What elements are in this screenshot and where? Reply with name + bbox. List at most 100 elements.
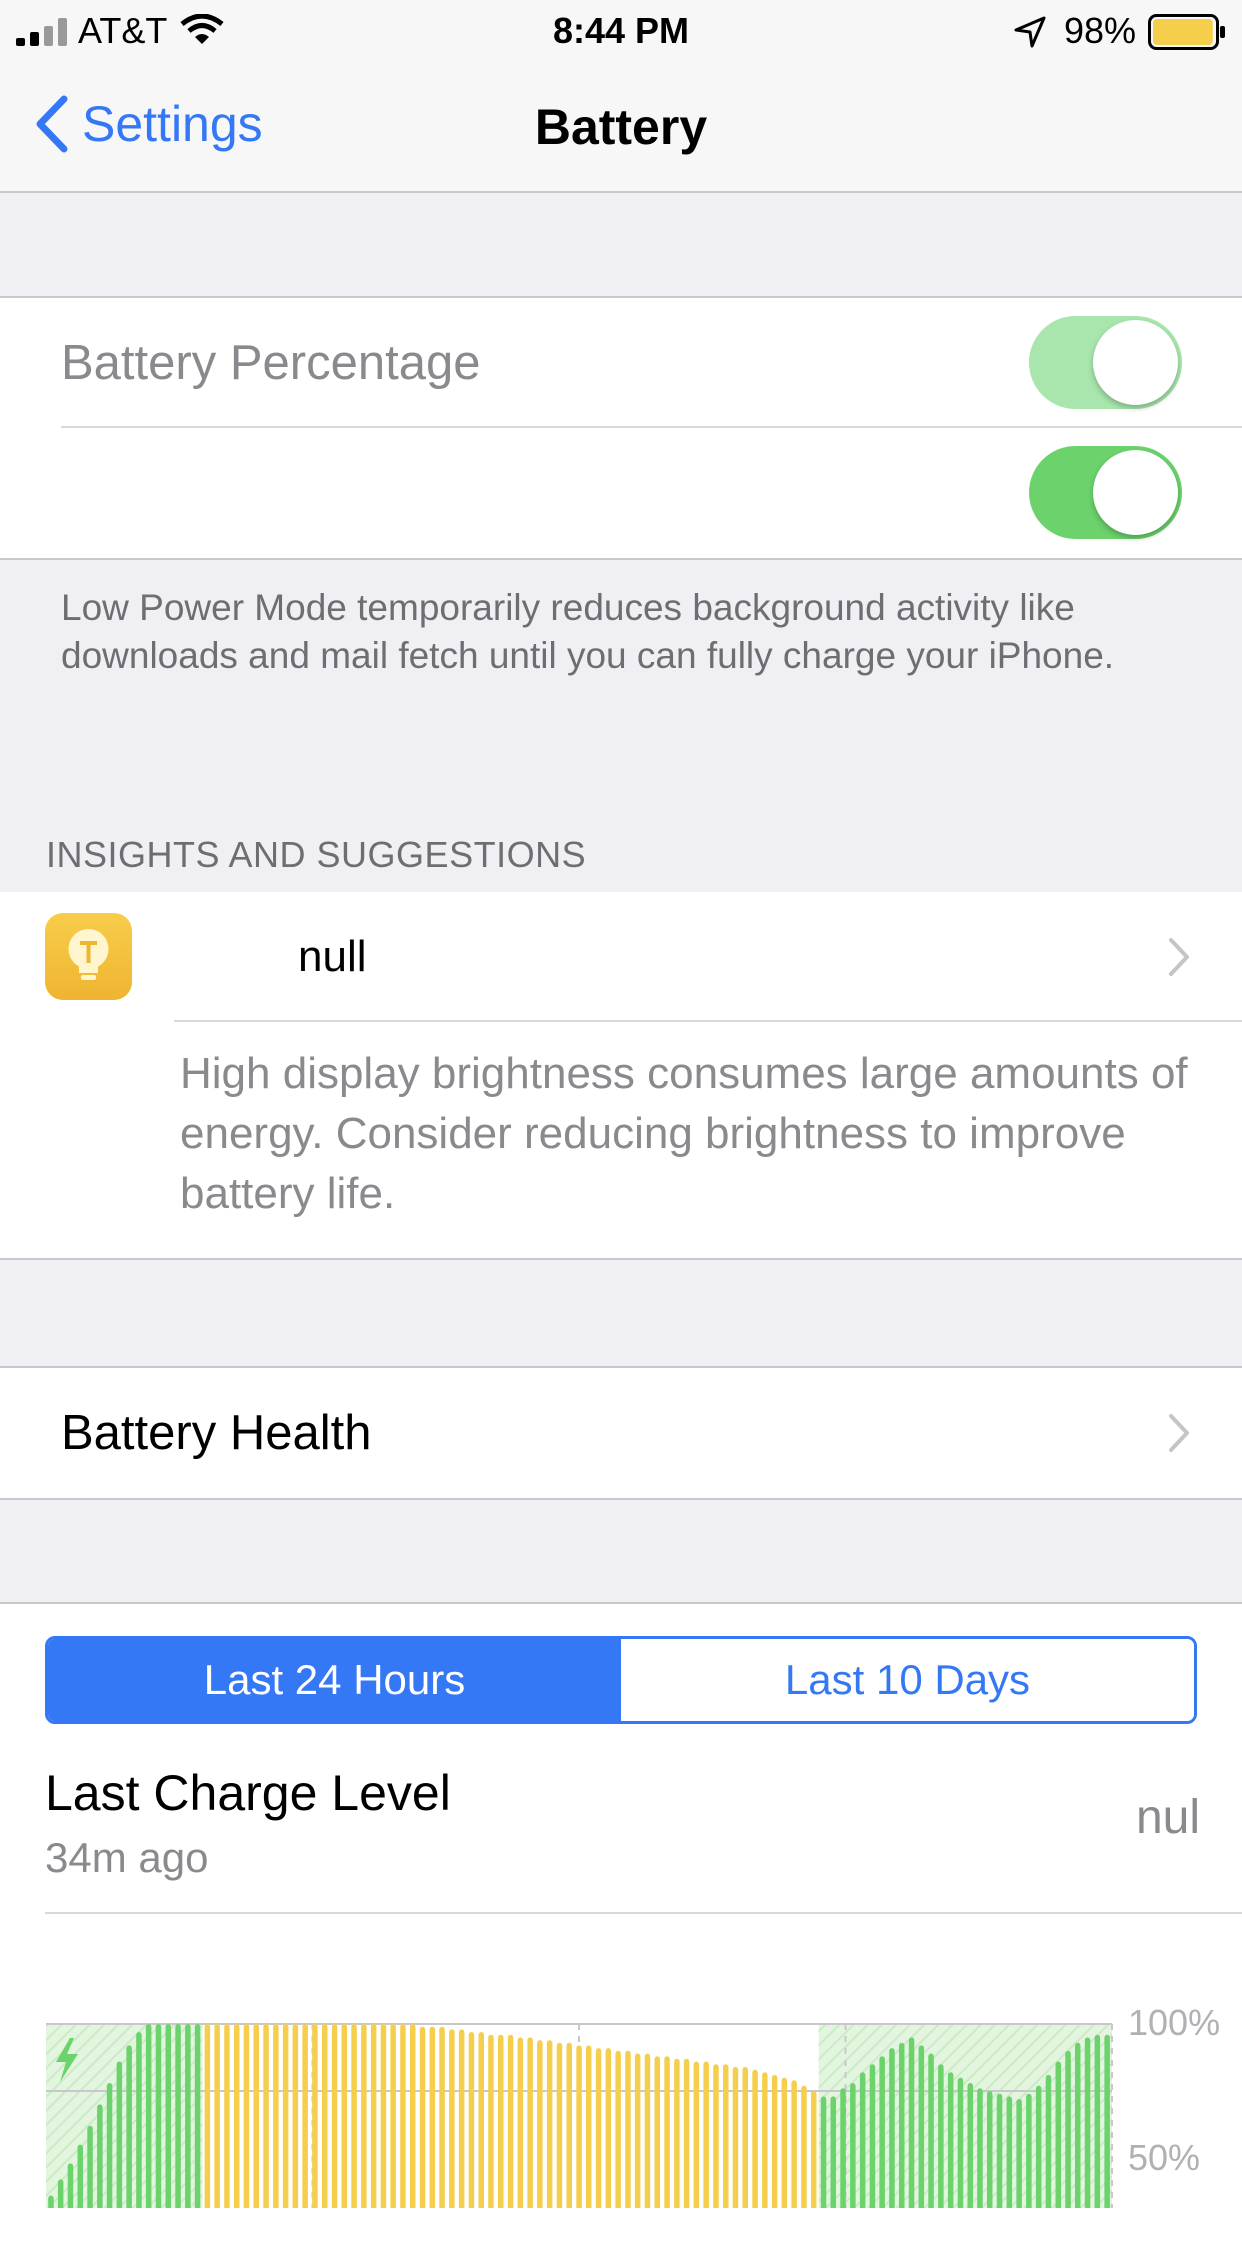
battery-level-bar bbox=[292, 2024, 299, 2208]
battery-health-label: Battery Health bbox=[61, 1406, 372, 1460]
battery-level-bar bbox=[703, 2061, 709, 2208]
battery-level-bar bbox=[781, 2077, 788, 2208]
battery-level-bar bbox=[957, 2077, 964, 2208]
battery-level-bar bbox=[517, 2037, 524, 2208]
battery-level-bar bbox=[1094, 2034, 1101, 2208]
battery-level-bar bbox=[136, 2032, 142, 2208]
battery-level-bar bbox=[361, 2024, 367, 2208]
battery-level-bar bbox=[820, 2096, 827, 2208]
battery-level-bar bbox=[566, 2042, 572, 2208]
battery-level-bar bbox=[742, 2066, 748, 2208]
battery-level-bar bbox=[586, 2045, 592, 2208]
battery-level-bar bbox=[1055, 2061, 1061, 2208]
battery-level-bar bbox=[615, 2050, 621, 2208]
battery-health-row[interactable]: Battery Health bbox=[0, 1368, 1242, 1498]
battery-level-bar bbox=[468, 2032, 475, 2208]
battery-level-bar bbox=[57, 2179, 64, 2208]
battery-level-bar bbox=[458, 2029, 465, 2208]
battery-level-bar bbox=[1065, 2050, 1071, 2208]
battery-level-bar bbox=[273, 2024, 279, 2208]
battery-level-bar bbox=[1016, 2099, 1022, 2208]
segment-last-10-days[interactable]: Last 10 Days bbox=[621, 1639, 1194, 1721]
low-power-mode-toggle[interactable] bbox=[1029, 446, 1182, 539]
location-arrow-icon bbox=[1014, 16, 1046, 48]
last-charge-title: Last Charge Level bbox=[45, 1765, 451, 1821]
battery-level-bar bbox=[224, 2024, 230, 2208]
y-tick-label-100: 100% bbox=[1128, 2002, 1221, 2043]
battery-level-bar bbox=[996, 2093, 1003, 2208]
battery-level-bar bbox=[644, 2053, 651, 2208]
battery-level-bar bbox=[87, 2125, 93, 2208]
battery-percentage-label: Battery Percentage bbox=[61, 336, 481, 390]
battery-level-bar bbox=[762, 2072, 768, 2208]
battery-percent-label: 98% bbox=[1063, 10, 1136, 51]
battery-level-bar bbox=[546, 2040, 553, 2208]
status-time: 8:44 PM bbox=[552, 10, 690, 51]
battery-level-bar bbox=[204, 2024, 211, 2208]
battery-level-bar bbox=[243, 2024, 250, 2208]
battery-level-bar bbox=[556, 2042, 563, 2208]
battery-level-bar bbox=[889, 2048, 895, 2208]
battery-level-bar bbox=[322, 2024, 328, 2208]
insight-description: High display brightness consumes large a… bbox=[180, 1049, 1188, 1218]
battery-level-bar bbox=[488, 2034, 494, 2208]
last-charge-time: 34m ago bbox=[45, 1834, 209, 1881]
insights-group: null High display brightness consumes la… bbox=[0, 892, 1242, 1260]
battery-level-bar bbox=[419, 2026, 426, 2208]
battery-level-bar bbox=[400, 2024, 406, 2208]
battery-level-bar bbox=[331, 2024, 338, 2208]
battery-level-bar bbox=[439, 2026, 445, 2208]
battery-level-bar bbox=[899, 2042, 905, 2208]
battery-level-bar bbox=[967, 2083, 973, 2208]
insight-title: null bbox=[298, 932, 367, 981]
battery-level-bar bbox=[106, 2083, 113, 2208]
battery-level-bar bbox=[175, 2024, 181, 2208]
battery-level-bar bbox=[302, 2024, 308, 2208]
insights-section-header: INSIGHTS AND SUGGESTIONS bbox=[46, 834, 587, 875]
battery-level-bar bbox=[507, 2034, 514, 2208]
battery-level-bar bbox=[194, 2024, 201, 2208]
battery-level-bar bbox=[97, 2104, 103, 2208]
chevron-right-icon bbox=[1169, 1414, 1189, 1452]
battery-level-bar bbox=[390, 2024, 396, 2208]
battery-level-bar bbox=[752, 2069, 758, 2208]
battery-level-bar bbox=[449, 2029, 455, 2208]
battery-level-bar bbox=[155, 2024, 162, 2208]
battery-level-bar bbox=[1084, 2037, 1091, 2208]
page-title: Battery bbox=[534, 99, 708, 155]
time-range-segmented-control[interactable]: Last 24 Hours Last 10 Days bbox=[45, 1636, 1197, 1724]
battery-level-bar bbox=[977, 2088, 983, 2208]
battery-level-bar bbox=[732, 2066, 739, 2208]
battery-level-bar bbox=[126, 2045, 132, 2208]
row-separator bbox=[174, 1020, 1242, 1022]
navigation-bar: Settings Battery bbox=[0, 60, 1242, 193]
battery-level-bar bbox=[1026, 2093, 1032, 2208]
battery-percentage-toggle[interactable] bbox=[1029, 316, 1182, 409]
battery-level-bar bbox=[595, 2048, 602, 2208]
battery-level-bar bbox=[869, 2064, 876, 2208]
y-tick-label-50: 50% bbox=[1128, 2137, 1201, 2178]
battery-level-bar bbox=[185, 2024, 191, 2208]
battery-level-bar bbox=[713, 2064, 719, 2208]
chevron-right-icon[interactable] bbox=[1168, 937, 1190, 977]
battery-level-bar bbox=[830, 2096, 836, 2208]
battery-level-bar bbox=[850, 2083, 856, 2208]
segment-last-24-hours[interactable]: Last 24 Hours bbox=[48, 1639, 621, 1721]
battery-level-bar bbox=[48, 2195, 54, 2208]
battery-level-bar bbox=[1075, 2042, 1081, 2208]
battery-level-chart bbox=[46, 2023, 1113, 2208]
battery-level-bar bbox=[791, 2080, 797, 2208]
battery-level-bar bbox=[723, 2064, 729, 2208]
battery-level-bar bbox=[145, 2024, 152, 2208]
battery-level-bar bbox=[1035, 2085, 1042, 2208]
battery-level-bar bbox=[1045, 2074, 1052, 2208]
status-bar: AT&T 8:44 PM 98% bbox=[0, 0, 1242, 60]
battery-level-bar bbox=[410, 2024, 416, 2208]
battery-level-bar bbox=[605, 2048, 612, 2208]
row-separator bbox=[45, 1912, 1242, 1914]
battery-level-bar bbox=[165, 2024, 171, 2208]
battery-level-bar bbox=[67, 2163, 74, 2208]
low-power-footer: Low Power Mode temporarily reduces backg… bbox=[61, 587, 1115, 676]
battery-level-bar bbox=[938, 2064, 944, 2208]
battery-level-bar bbox=[801, 2085, 807, 2208]
